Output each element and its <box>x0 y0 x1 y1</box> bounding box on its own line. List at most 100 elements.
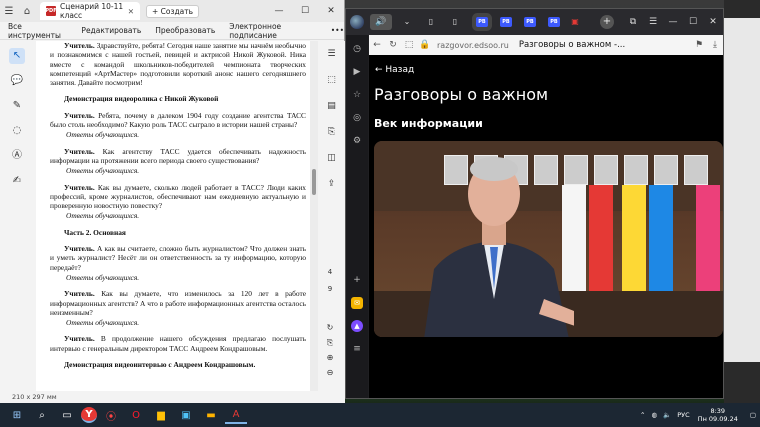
tab-image-icon[interactable]: ▣ <box>566 14 584 30</box>
lock-icon: 🔒 <box>419 40 431 50</box>
add-panel-icon[interactable]: + <box>351 274 363 286</box>
tabs-icon[interactable]: ⧉ <box>623 17 643 27</box>
tray-chevron-icon[interactable]: ⌃ <box>640 411 645 419</box>
bookmark-icon[interactable]: ⬚ <box>325 75 339 89</box>
tab-document-icon[interactable]: ▯ <box>446 14 464 30</box>
total-pages: 9 <box>327 285 333 293</box>
tab-document-icon[interactable]: ▯ <box>422 14 440 30</box>
zoom-in-icon[interactable]: ⊕ <box>322 350 338 365</box>
zoom-out-icon[interactable]: ⊖ <box>322 365 338 380</box>
page-size-readout: 210 x 297 мм <box>0 391 345 403</box>
tab-razgovor-active[interactable]: PB <box>476 17 488 27</box>
comments-panel-icon[interactable]: ☰ <box>325 49 339 63</box>
stamp-icon[interactable]: ✍ <box>9 173 25 189</box>
tab-chevron-icon[interactable]: ⌄ <box>398 14 416 30</box>
copy-icon[interactable]: ⎘ <box>322 335 338 350</box>
browser-logo-icon[interactable] <box>350 15 364 29</box>
menu-icon[interactable]: ☰ <box>0 6 18 17</box>
pdf-page: Учитель. Здравствуйте, ребята! Сегодня н… <box>36 41 310 391</box>
clock[interactable]: 8:39 Пн 09.09.24 <box>698 407 738 423</box>
comment-icon[interactable]: 💬 <box>9 73 25 89</box>
section-heading: Демонстрация видеоролика с Никой Жуковой <box>64 94 219 104</box>
task-view-icon[interactable]: ▭ <box>56 406 78 424</box>
notifications-icon[interactable]: ▢ <box>750 411 756 419</box>
lasso-icon[interactable]: ◌ <box>9 123 25 139</box>
menu-all-tools[interactable]: Все инструменты <box>8 22 67 40</box>
store-icon[interactable]: ▣ <box>175 406 197 424</box>
new-tab-icon[interactable]: + <box>600 15 614 29</box>
pdf-file-icon: PDF <box>45 6 57 16</box>
download-icon[interactable]: ⤓ <box>707 40 723 50</box>
url-text[interactable]: razgovor.edsoo.ru <box>437 41 509 50</box>
speaker-icon[interactable]: 🔈 <box>663 411 671 419</box>
menu-edit[interactable]: Редактировать <box>81 26 141 35</box>
yandex-browser-icon[interactable]: Y <box>81 407 97 423</box>
start-icon[interactable]: ⊞ <box>6 406 28 424</box>
messenger-icon[interactable]: ▲ <box>351 320 363 332</box>
acrobat-icon[interactable]: A <box>225 406 247 424</box>
bookmark-tab-icon[interactable]: ⬚ <box>401 40 417 50</box>
clock-time: 8:39 <box>710 407 726 415</box>
language-indicator[interactable]: РУС <box>677 411 689 419</box>
close-window-icon[interactable]: ✕ <box>318 6 344 16</box>
network-icon[interactable]: ◍ <box>652 411 658 419</box>
menu-e-sign[interactable]: Электронное подписание <box>229 22 316 40</box>
attachment-icon[interactable]: ⎘ <box>325 127 339 141</box>
bookmark-add-icon[interactable]: ⚑ <box>691 40 707 50</box>
refresh-icon[interactable]: ↻ <box>322 320 338 335</box>
back-link[interactable]: ← Назад <box>375 65 414 75</box>
play-icon[interactable]: ▶ <box>351 66 363 78</box>
video-player[interactable] <box>374 141 723 337</box>
page-heading: Разговоры о важном <box>374 85 549 104</box>
share-icon[interactable]: ⇪ <box>325 179 339 193</box>
address-bar[interactable]: ← ↻ ⬚ 🔒 razgovor.edsoo.ru Разговоры о ва… <box>369 35 723 55</box>
home-icon[interactable]: ⌂ <box>18 6 36 17</box>
explorer-icon[interactable]: ▆ <box>150 406 172 424</box>
answer-line: Ответы обучающихся. <box>66 272 140 282</box>
paragraph: Учитель. А как вы считаете, сложно быть … <box>50 244 306 272</box>
alice-icon[interactable]: ◎ <box>351 112 363 124</box>
menu-convert[interactable]: Преобразовать <box>155 26 215 35</box>
new-tab-label: Создать <box>160 6 194 16</box>
scrollbar-thumb[interactable] <box>312 169 316 195</box>
bookmark-icon[interactable]: ☆ <box>351 89 363 101</box>
new-tab-button[interactable]: + Создать <box>146 4 200 18</box>
text-edit-icon[interactable]: Ⓐ <box>9 148 25 164</box>
pen-icon[interactable]: ✎ <box>9 98 25 114</box>
paragraph: Учитель. В продолжение нашего обсуждения… <box>50 334 306 353</box>
mail-app-icon[interactable]: ✉ <box>351 297 363 309</box>
maximize-icon[interactable]: ☐ <box>683 17 703 27</box>
pdf-titlebar: ☰ ⌂ PDF Сценарий 10-11 класс ✕ + Создать… <box>0 0 344 22</box>
maximize-icon[interactable]: ☐ <box>292 6 318 16</box>
tab-razgovor[interactable]: PB <box>524 17 536 27</box>
search-icon[interactable]: ⌕ <box>31 406 53 424</box>
close-tab-icon[interactable]: ✕ <box>128 7 134 16</box>
select-cursor-icon[interactable]: ↖ <box>9 48 25 64</box>
minimize-icon[interactable]: — <box>266 6 292 16</box>
tab-document[interactable]: PDF Сценарий 10-11 класс ✕ <box>40 2 140 20</box>
pages-icon[interactable]: ▤ <box>325 101 339 115</box>
paragraph: Учитель. Как вы думаете, что изменилось … <box>50 289 306 317</box>
sidebar-menu-icon[interactable]: ≡ <box>351 343 363 355</box>
more-menu-icon[interactable]: ••• <box>331 26 344 35</box>
tab-razgovor[interactable]: PB <box>500 17 512 27</box>
folder-icon[interactable]: ▬ <box>200 406 222 424</box>
menu-icon[interactable]: ☰ <box>643 17 663 27</box>
history-icon[interactable]: ◷ <box>351 43 363 55</box>
reload-icon[interactable]: ↻ <box>385 40 401 50</box>
page-subheading: Век информации <box>374 117 483 130</box>
layers-icon[interactable]: ◫ <box>325 153 339 167</box>
gear-icon[interactable]: ⚙ <box>351 135 363 147</box>
minimize-icon[interactable]: — <box>663 17 683 27</box>
pdf-scrollbar[interactable] <box>310 41 318 391</box>
background-window-edge <box>724 0 760 403</box>
close-window-icon[interactable]: ✕ <box>703 17 723 27</box>
page-indicator[interactable]: 4 9 <box>322 268 338 293</box>
opera-icon[interactable]: O <box>125 406 147 424</box>
browser-tabbar: 🔊 ⌄ ▯ ▯ PB PB PB PB ▣ + ⧉ ☰ — ☐ ✕ <box>346 9 723 35</box>
back-arrow-icon[interactable]: ← <box>369 40 385 50</box>
audio-playing-icon[interactable]: 🔊 <box>370 14 392 30</box>
yandex-icon[interactable]: ⦿ <box>100 406 122 424</box>
pdf-menubar: Все инструменты Редактировать Преобразов… <box>0 22 344 40</box>
tab-razgovor[interactable]: PB <box>548 17 560 27</box>
